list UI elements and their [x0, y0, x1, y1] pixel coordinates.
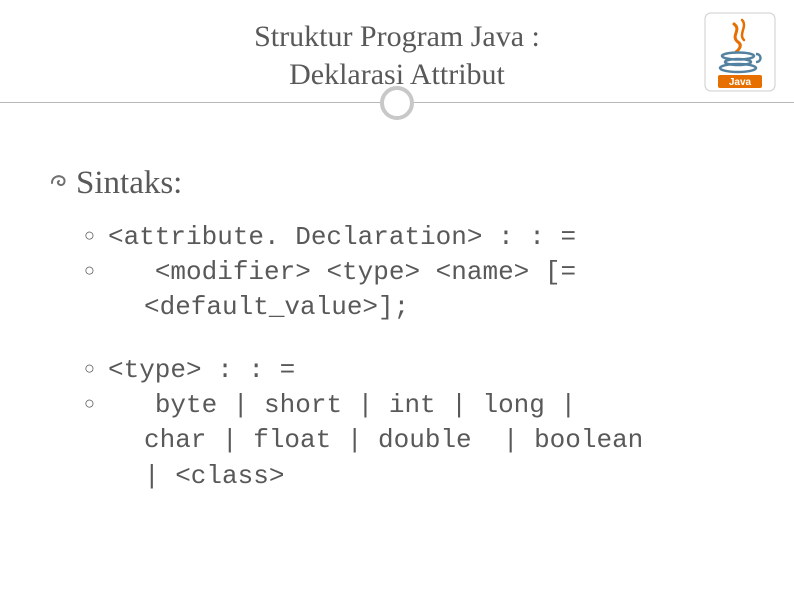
code-line: byte | short | int | long | — [108, 388, 746, 423]
syntax-heading: Sintaks: — [48, 165, 746, 202]
java-logo-icon: Java — [704, 12, 776, 92]
java-logo: Java — [704, 12, 776, 92]
svg-text:Java: Java — [729, 77, 752, 88]
circle-bullet-icon: ○ — [84, 255, 108, 285]
slide-title: Struktur Program Java : Deklarasi Attrib… — [0, 0, 794, 93]
code-line-cont: char | float | double | boolean — [144, 423, 746, 458]
syntax-block-1: ○ <attribute. Declaration> : : = ○ <modi… — [84, 220, 746, 325]
swirl-bullet-icon — [48, 169, 76, 199]
syntax-block-2: ○ <type> : : = ○ byte | short | int | lo… — [84, 353, 746, 493]
heading-text: Sintaks: — [76, 165, 182, 202]
code-line-cont: <default_value>]; — [144, 290, 746, 325]
slide: Struktur Program Java : Deklarasi Attrib… — [0, 0, 794, 595]
content-area: Sintaks: ○ <attribute. Declaration> : : … — [48, 165, 746, 522]
circle-bullet-icon: ○ — [84, 353, 108, 383]
circle-decoration — [380, 86, 414, 120]
circle-bullet-icon: ○ — [84, 388, 108, 418]
list-item: ○ <modifier> <type> <name> [= — [84, 255, 746, 290]
list-item: ○ <attribute. Declaration> : : = — [84, 220, 746, 255]
list-item: ○ byte | short | int | long | — [84, 388, 746, 423]
code-line: <attribute. Declaration> : : = — [108, 220, 746, 255]
code-line: <type> : : = — [108, 353, 746, 388]
code-line-cont: | <class> — [144, 459, 746, 494]
list-item: ○ <type> : : = — [84, 353, 746, 388]
circle-bullet-icon: ○ — [84, 220, 108, 250]
title-line-1: Struktur Program Java : — [0, 18, 794, 56]
code-line: <modifier> <type> <name> [= — [108, 255, 746, 290]
